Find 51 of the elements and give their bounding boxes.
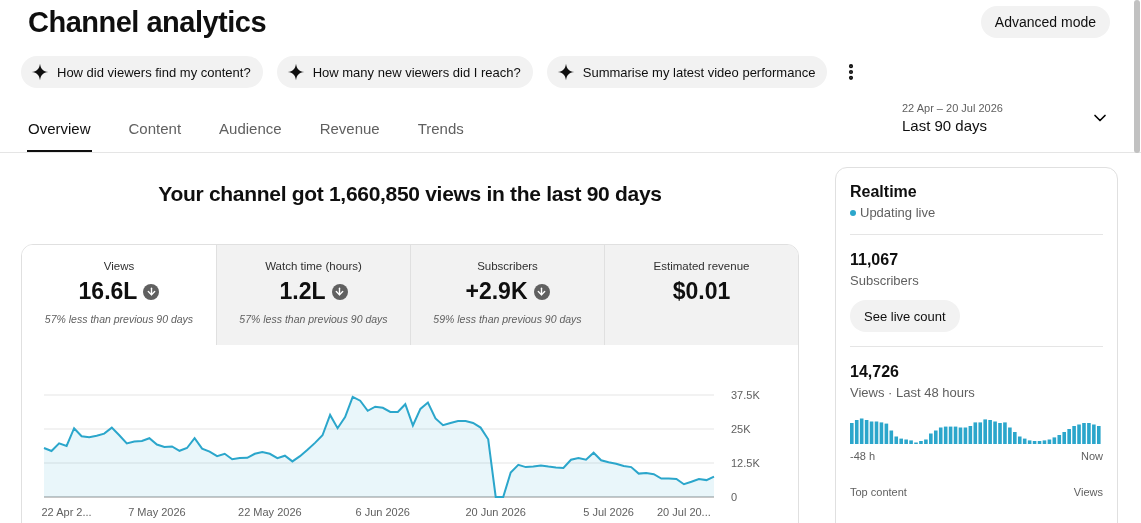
tab[interactable]: Content (127, 120, 183, 152)
metric-label: Estimated revenue (653, 260, 750, 272)
x-axis-label: 20 Jul 20... (656, 506, 711, 518)
sparkle-icon (31, 63, 49, 81)
metric-tab[interactable]: Subscribers +2.9K 59% less than previous 90 days (410, 245, 604, 345)
y-axis-label: 37.5K (731, 389, 760, 401)
column-header: Views (1073, 486, 1103, 498)
metric-label: Views (103, 260, 135, 272)
suggestion-chip[interactable]: How many new viewers did I reach? (276, 56, 533, 88)
y-axis-label: 25K (731, 423, 751, 435)
x-axis-label: 22 Apr 2... (41, 506, 92, 518)
live-dot-icon (850, 209, 856, 216)
date-range-selector[interactable]: 22 Apr – 20 Jul 2026 Last 90 days (902, 102, 1110, 134)
metric-value: +2.9K (465, 278, 528, 305)
realtime-title: Realtime (850, 183, 918, 201)
metric-tab[interactable]: Estimated revenue $0.01 (604, 245, 798, 345)
views-label: Views · Last 48 hours (850, 385, 976, 400)
subscriber-count: 11,067 (850, 251, 900, 269)
column-header: Top content (850, 486, 907, 498)
suggestion-chip[interactable]: How did viewers find my content? (21, 56, 263, 88)
axis-end-label: Now (1081, 450, 1103, 462)
scrollbar-thumb[interactable] (1134, 0, 1140, 153)
tab[interactable]: Audience (218, 120, 283, 152)
tab[interactable]: Trends (416, 120, 465, 152)
y-axis-label: 0 (731, 491, 738, 503)
summary-headline: Your channel got 1,660,850 views in the last 90 days (158, 182, 662, 207)
metric-label: Watch time (hours) (265, 260, 362, 272)
page-title: Channel analytics (28, 5, 267, 39)
x-axis-label: 7 May 2026 (128, 506, 186, 518)
x-axis-label: 20 Jun 2026 (465, 506, 526, 518)
subscriber-label: Subscribers (850, 273, 920, 288)
metric-note: 57% less than previous 90 days (44, 313, 194, 325)
views-count: 14,726 (850, 363, 900, 381)
metric-value: 1.2L (279, 278, 326, 305)
y-axis-label: 12.5K (731, 457, 760, 469)
x-axis-label: 5 Jul 2026 (583, 506, 634, 518)
see-live-count-button[interactable]: See live count (850, 300, 960, 332)
x-axis-label: 6 Jun 2026 (355, 506, 410, 518)
metric-note: 57% less than previous 90 days (239, 313, 388, 325)
x-axis-label: 22 May 2026 (238, 506, 302, 518)
metric-value: 16.6L (78, 278, 138, 305)
metric-note: 59% less than previous 90 days (433, 313, 582, 325)
suggestion-chip[interactable]: Summarise my latest video performance (546, 56, 828, 88)
tab[interactable]: Revenue (318, 120, 381, 152)
metric-value: $0.01 (672, 278, 731, 305)
metric-label: Subscribers (477, 260, 538, 272)
tab[interactable]: Overview (27, 120, 92, 152)
advanced-mode-button[interactable]: Advanced mode (980, 6, 1110, 38)
axis-start-label: -48 h (850, 450, 876, 462)
live-status: Updating live (860, 205, 936, 220)
metric-tab[interactable]: Watch time (hours) 1.2L 57% less than previous 90 days (216, 245, 410, 345)
